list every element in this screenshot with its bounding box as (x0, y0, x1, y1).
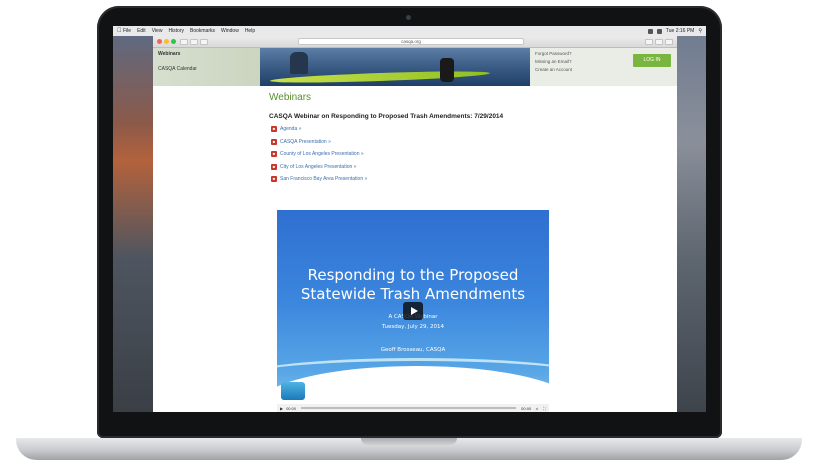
nav-item-webinars[interactable]: Webinars (158, 51, 255, 57)
header-photo (260, 48, 530, 86)
login-button[interactable]: LOG IN (633, 54, 671, 67)
video-controls: ▶ 00:00 00:00 ♬ ⛶ (277, 404, 549, 412)
menu-view[interactable]: View (152, 28, 163, 34)
link-label[interactable]: County of Los Angeles Presentation » (280, 151, 364, 157)
video-title: Responding to the Proposed Statewide Tra… (277, 266, 549, 304)
link-label[interactable]: CASQA Presentation » (280, 139, 331, 145)
zoom-icon[interactable] (171, 39, 176, 44)
pdf-icon: ■ (271, 126, 277, 133)
sidebar-toggle-button[interactable] (200, 38, 208, 45)
time-current: 00:00 (286, 405, 297, 411)
link-label[interactable]: San Francisco Bay Area Presentation » (280, 176, 367, 182)
menu-file[interactable]: File (123, 28, 131, 34)
forward-button[interactable] (190, 38, 198, 45)
site-header: Webinars CASQA Calendar Forgot Password?… (153, 48, 677, 86)
battery-icon[interactable] (656, 28, 662, 34)
paddle-image (440, 58, 454, 82)
camera (406, 15, 411, 20)
pdf-icon: ■ (271, 151, 277, 158)
volume-icon[interactable]: ♬ (535, 406, 539, 411)
link-label[interactable]: City of Los Angeles Presentation » (280, 164, 356, 170)
casqa-logo (281, 382, 305, 400)
play-button[interactable] (403, 302, 423, 320)
play-icon (410, 307, 418, 315)
laptop-notch (361, 438, 457, 445)
account-panel: Forgot Password? Missing an Email? Creat… (530, 48, 677, 86)
video-player[interactable]: Responding to the Proposed Statewide Tra… (277, 210, 549, 412)
browser-window: casqa.org Webinars CASQA Calendar Forgot… (153, 36, 677, 412)
link-casqa-presentation[interactable]: ■ CASQA Presentation » (271, 136, 569, 149)
new-tab-button[interactable] (665, 38, 673, 45)
fullscreen-icon[interactable]: ⛶ (543, 406, 546, 411)
clock[interactable]: Tue 2:16 PM (666, 28, 694, 34)
link-county-la-presentation[interactable]: ■ County of Los Angeles Presentation » (271, 148, 569, 161)
create-account-link[interactable]: Create an Account (535, 67, 672, 72)
minimize-icon[interactable] (164, 39, 169, 44)
address-bar[interactable]: casqa.org (298, 38, 524, 45)
time-total: 00:00 (521, 405, 532, 411)
video-presenter: Geoff Brosseau, CASQA (380, 347, 446, 353)
tabs-button[interactable] (655, 38, 663, 45)
play-control-icon[interactable]: ▶ (280, 406, 283, 411)
pdf-icon: ■ (271, 138, 277, 145)
menu-help[interactable]: Help (245, 28, 255, 34)
video-date: Tuesday, July 29, 2014 (381, 324, 444, 330)
menu-window[interactable]: Window (221, 28, 239, 34)
toolbar-right (643, 38, 673, 45)
link-city-la-presentation[interactable]: ■ City of Los Angeles Presentation » (271, 161, 569, 174)
browser-toolbar: casqa.org (153, 36, 677, 48)
desktop-wallpaper-left (113, 26, 153, 412)
close-icon[interactable] (157, 39, 162, 44)
search-icon[interactable]: ⚲ (698, 28, 702, 34)
site-nav: Webinars CASQA Calendar (153, 48, 260, 86)
main-content: Webinars CASQA Webinar on Responding to … (269, 92, 569, 186)
pdf-icon: ■ (271, 176, 277, 183)
screen:  File Edit View History Bookmarks Windo… (113, 26, 706, 412)
paddler-image (290, 52, 308, 74)
pdf-icon: ■ (271, 163, 277, 170)
link-sf-bay-presentation[interactable]: ■ San Francisco Bay Area Presentation » (271, 173, 569, 186)
video-title-line1: Responding to the Proposed (307, 266, 519, 284)
link-label[interactable]: Agenda » (280, 126, 301, 132)
wifi-icon[interactable] (647, 28, 653, 34)
link-agenda[interactable]: ■ Agenda » (271, 123, 569, 136)
menu-edit[interactable]: Edit (137, 28, 146, 34)
menu-bar:  File Edit View History Bookmarks Windo… (113, 26, 706, 36)
menu-bookmarks[interactable]: Bookmarks (190, 28, 215, 34)
share-button[interactable] (645, 38, 653, 45)
nav-item-calendar[interactable]: CASQA Calendar (158, 66, 255, 72)
laptop-mockup:  File Edit View History Bookmarks Windo… (0, 0, 818, 469)
page-title: Webinars (269, 92, 312, 103)
webinar-heading: CASQA Webinar on Responding to Proposed … (269, 113, 504, 120)
seek-bar[interactable] (301, 407, 517, 409)
status-area: Tue 2:16 PM ⚲ (647, 28, 702, 34)
back-button[interactable] (180, 38, 188, 45)
menu-history[interactable]: History (168, 28, 184, 34)
